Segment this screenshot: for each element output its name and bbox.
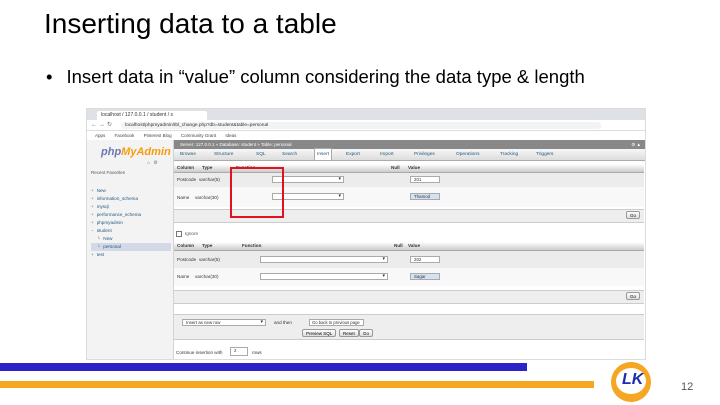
- browser-tab-bar: localhost / 127.0.0.1 / student / s: [87, 109, 645, 120]
- page-number: 12: [681, 381, 694, 393]
- back-forward-reload-icon[interactable]: ←→↻: [91, 121, 114, 128]
- function-select[interactable]: ▾: [260, 256, 388, 263]
- chevron-down-icon: ▾: [338, 176, 341, 182]
- table-row: Postcode varchar(5) ▾ 202: [174, 251, 644, 268]
- expand-icon[interactable]: +: [91, 252, 94, 257]
- tree-item: + information_schema: [91, 196, 139, 201]
- function-select[interactable]: ▾: [260, 273, 388, 280]
- slide-title: Inserting data to a table: [44, 8, 337, 39]
- table-icon: └: [97, 244, 101, 249]
- go-button[interactable]: Go: [359, 329, 374, 337]
- chevron-down-icon: ▾: [382, 273, 385, 279]
- phpmyadmin-screenshot: localhost / 127.0.0.1 / student / s ←→↻ …: [86, 108, 646, 360]
- tree-item: + test: [91, 252, 105, 257]
- bookmark-item[interactable]: Apps: [95, 133, 105, 138]
- nav-home-icons[interactable]: ⌂ ⚙: [147, 160, 159, 166]
- browser-tab[interactable]: localhost / 127.0.0.1 / student / s: [97, 111, 207, 120]
- expand-icon[interactable]: +: [91, 196, 94, 201]
- checkbox-icon[interactable]: [176, 231, 182, 237]
- tree-item: └ New: [97, 236, 113, 241]
- footer-blue-bar: [0, 363, 527, 371]
- bookmark-item[interactable]: Pinterest Blog: [144, 133, 172, 138]
- chevron-down-icon: ▾: [338, 193, 341, 199]
- insert-table-header: Column Type Function Null Value: [174, 242, 644, 251]
- url-field[interactable]: localhost/phpmyadmin/tbl_change.php?db=s…: [121, 121, 601, 129]
- insert-options-bar: Insert as new row ▾ and then Go back to p…: [174, 314, 644, 340]
- tree-item: + phpmyadmin: [91, 220, 123, 225]
- tab-structure[interactable]: Structure: [214, 149, 233, 160]
- bullet-text: Insert data in “value” column considerin…: [66, 66, 585, 87]
- expand-icon[interactable]: +: [91, 220, 94, 225]
- expand-icon[interactable]: +: [91, 212, 94, 217]
- table-menu: Browse Structure SQL Search Insert Expor…: [174, 148, 645, 161]
- phpmyadmin-logo[interactable]: phpMyAdmin: [101, 146, 171, 158]
- tab-search[interactable]: Search: [282, 149, 297, 160]
- value-input[interactable]: Sagar: [410, 273, 440, 280]
- breadcrumb: Server: 127.0.0.1 » Database: student » …: [174, 140, 645, 149]
- value-input[interactable]: 202: [410, 256, 440, 263]
- value-column-highlight: [230, 167, 284, 218]
- chevron-down-icon: ▾: [260, 319, 263, 325]
- reset-button[interactable]: Reset: [339, 329, 359, 337]
- chevron-down-icon: ▾: [382, 256, 385, 262]
- database-tree: + New + information_schema + mysql + perform…: [91, 187, 171, 259]
- expand-icon[interactable]: +: [91, 188, 94, 193]
- collapse-icon[interactable]: −: [91, 228, 94, 233]
- continue-insertion: Continue insertion with 2 rows: [176, 347, 262, 356]
- tab-insert[interactable]: Insert: [314, 148, 332, 160]
- bullet-point: • Insert data in “value” column consideri…: [46, 66, 585, 88]
- navigation-panel: phpMyAdmin ⌂ ⚙ Recent Favorites + New + in…: [87, 140, 174, 359]
- go-button[interactable]: Go: [626, 292, 641, 300]
- tab-browse[interactable]: Browse: [180, 149, 196, 160]
- bookmark-item[interactable]: Facebook: [115, 133, 135, 138]
- go-bar: Go: [174, 290, 644, 304]
- address-bar: ←→↻ localhost/phpmyadmin/tbl_change.php?…: [87, 120, 645, 131]
- value-input[interactable]: 201: [410, 176, 440, 183]
- tree-item: + New: [91, 188, 106, 193]
- insert-mode-select[interactable]: Insert as new row ▾: [182, 319, 266, 326]
- tab-triggers[interactable]: Triggers: [536, 149, 553, 160]
- recent-favorites-tabs[interactable]: Recent Favorites: [91, 170, 125, 175]
- table-row: Name varchar(30) ▾ Sagar: [174, 268, 644, 286]
- tab-tracking[interactable]: Tracking: [500, 149, 518, 160]
- bookmark-item[interactable]: Ideas: [225, 133, 236, 138]
- tree-item-selected: └ personal: [91, 243, 171, 251]
- go-button[interactable]: Go: [626, 211, 641, 219]
- bookmark-item[interactable]: Community Grant: [181, 133, 216, 138]
- tree-item: + mysql: [91, 204, 109, 209]
- tab-import[interactable]: Import: [380, 149, 394, 160]
- tree-item: − student: [91, 228, 112, 233]
- footer-orange-bar: [0, 381, 594, 388]
- after-insert-select[interactable]: Go back to previous page: [309, 319, 364, 326]
- tab-operations[interactable]: Operations: [456, 149, 479, 160]
- tab-export[interactable]: Export: [346, 149, 360, 160]
- expand-icon[interactable]: +: [91, 204, 94, 209]
- tree-item: + performance_schema: [91, 212, 142, 217]
- preview-sql-button[interactable]: Preview SQL: [302, 329, 337, 337]
- bullet-dot: •: [46, 66, 53, 87]
- lk-logo-text: LK: [622, 371, 644, 388]
- tab-privileges[interactable]: Privileges: [414, 149, 435, 160]
- tab-sql[interactable]: SQL: [256, 149, 266, 160]
- value-input[interactable]: Thamod: [410, 193, 440, 200]
- rows-count-select[interactable]: 2: [230, 347, 248, 356]
- new-table-icon: └: [97, 236, 101, 241]
- ignore-checkbox[interactable]: Ignore: [176, 231, 198, 237]
- window-controls-icon[interactable]: ⚙ ▲: [631, 140, 641, 149]
